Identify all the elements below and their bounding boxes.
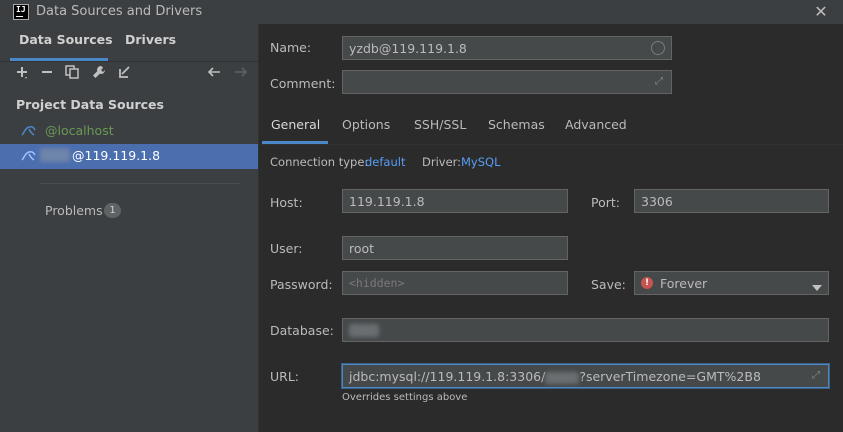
host-label: Host:: [270, 195, 303, 210]
redacted-text: [349, 324, 379, 337]
datasource-item-selected[interactable]: @119.119.1.8: [0, 144, 258, 169]
tab-divider: [0, 61, 258, 62]
url-label: URL:: [270, 369, 300, 384]
remove-icon[interactable]: [37, 64, 57, 84]
comment-label: Comment:: [270, 76, 336, 91]
divider: [40, 183, 240, 184]
mysql-icon: [20, 123, 38, 139]
port-label: Port:: [591, 195, 620, 210]
connection-type-label: Connection type:: [270, 155, 369, 169]
app-logo-icon: IJ: [13, 4, 29, 20]
redacted-text: [545, 371, 580, 384]
problems-link[interactable]: Problems: [45, 203, 103, 218]
datasource-label: @119.119.1.8: [72, 148, 161, 163]
panel-splitter[interactable]: [258, 24, 259, 432]
user-label: User:: [270, 241, 303, 256]
tab-advanced[interactable]: Advanced: [565, 117, 627, 132]
tab-schemas[interactable]: Schemas: [488, 117, 545, 132]
tab-drivers[interactable]: Drivers: [125, 32, 176, 47]
save-select[interactable]: ! Forever: [634, 271, 829, 295]
tab-divider: [259, 144, 843, 145]
warning-icon: !: [641, 277, 653, 289]
datasource-label: @localhost: [45, 123, 114, 138]
password-label: Password:: [270, 277, 333, 292]
import-icon[interactable]: [114, 64, 134, 84]
tab-general[interactable]: General: [271, 117, 320, 132]
database-label: Database:: [270, 323, 334, 338]
name-field[interactable]: yzdb@119.119.1.8: [342, 36, 672, 60]
comment-field[interactable]: ⤢: [342, 70, 672, 94]
wrench-icon[interactable]: [89, 64, 109, 84]
forward-icon[interactable]: [231, 64, 251, 84]
name-label: Name:: [270, 40, 312, 55]
database-field[interactable]: [342, 318, 829, 342]
close-icon[interactable]: ✕: [813, 2, 829, 22]
url-field[interactable]: jdbc:mysql://119.119.1.8:3306/?serverTim…: [342, 364, 829, 388]
chevron-down-icon: [812, 280, 822, 294]
driver-link[interactable]: MySQL: [461, 155, 501, 169]
color-picker-icon[interactable]: [651, 41, 665, 55]
driver-label: Driver:: [422, 155, 462, 169]
duplicate-icon[interactable]: [62, 64, 82, 84]
tab-ssh-ssl[interactable]: SSH/SSL: [414, 117, 466, 132]
user-field[interactable]: root: [342, 236, 568, 260]
window-title: Data Sources and Drivers: [36, 4, 203, 19]
save-label: Save:: [591, 277, 626, 292]
port-field[interactable]: 3306: [634, 189, 829, 213]
redacted-text: [40, 148, 70, 162]
add-icon[interactable]: [12, 64, 32, 84]
password-field[interactable]: <hidden>: [342, 271, 568, 295]
group-title: Project Data Sources: [16, 97, 164, 112]
datasource-item-localhost[interactable]: @localhost: [0, 119, 258, 144]
tab-options[interactable]: Options: [342, 117, 390, 132]
url-hint: Overrides settings above: [342, 392, 468, 403]
tab-data-sources[interactable]: Data Sources: [19, 32, 113, 47]
back-icon[interactable]: [204, 64, 224, 84]
left-panel: Data Sources Drivers Project Data Source…: [0, 24, 258, 432]
host-field[interactable]: 119.119.1.8: [342, 189, 568, 213]
mysql-icon: [20, 148, 38, 164]
expand-icon[interactable]: ⤢: [653, 76, 665, 88]
connection-type-link[interactable]: default: [365, 155, 405, 169]
problems-count-badge: 1: [104, 203, 121, 218]
expand-icon[interactable]: ⤢: [810, 370, 822, 382]
